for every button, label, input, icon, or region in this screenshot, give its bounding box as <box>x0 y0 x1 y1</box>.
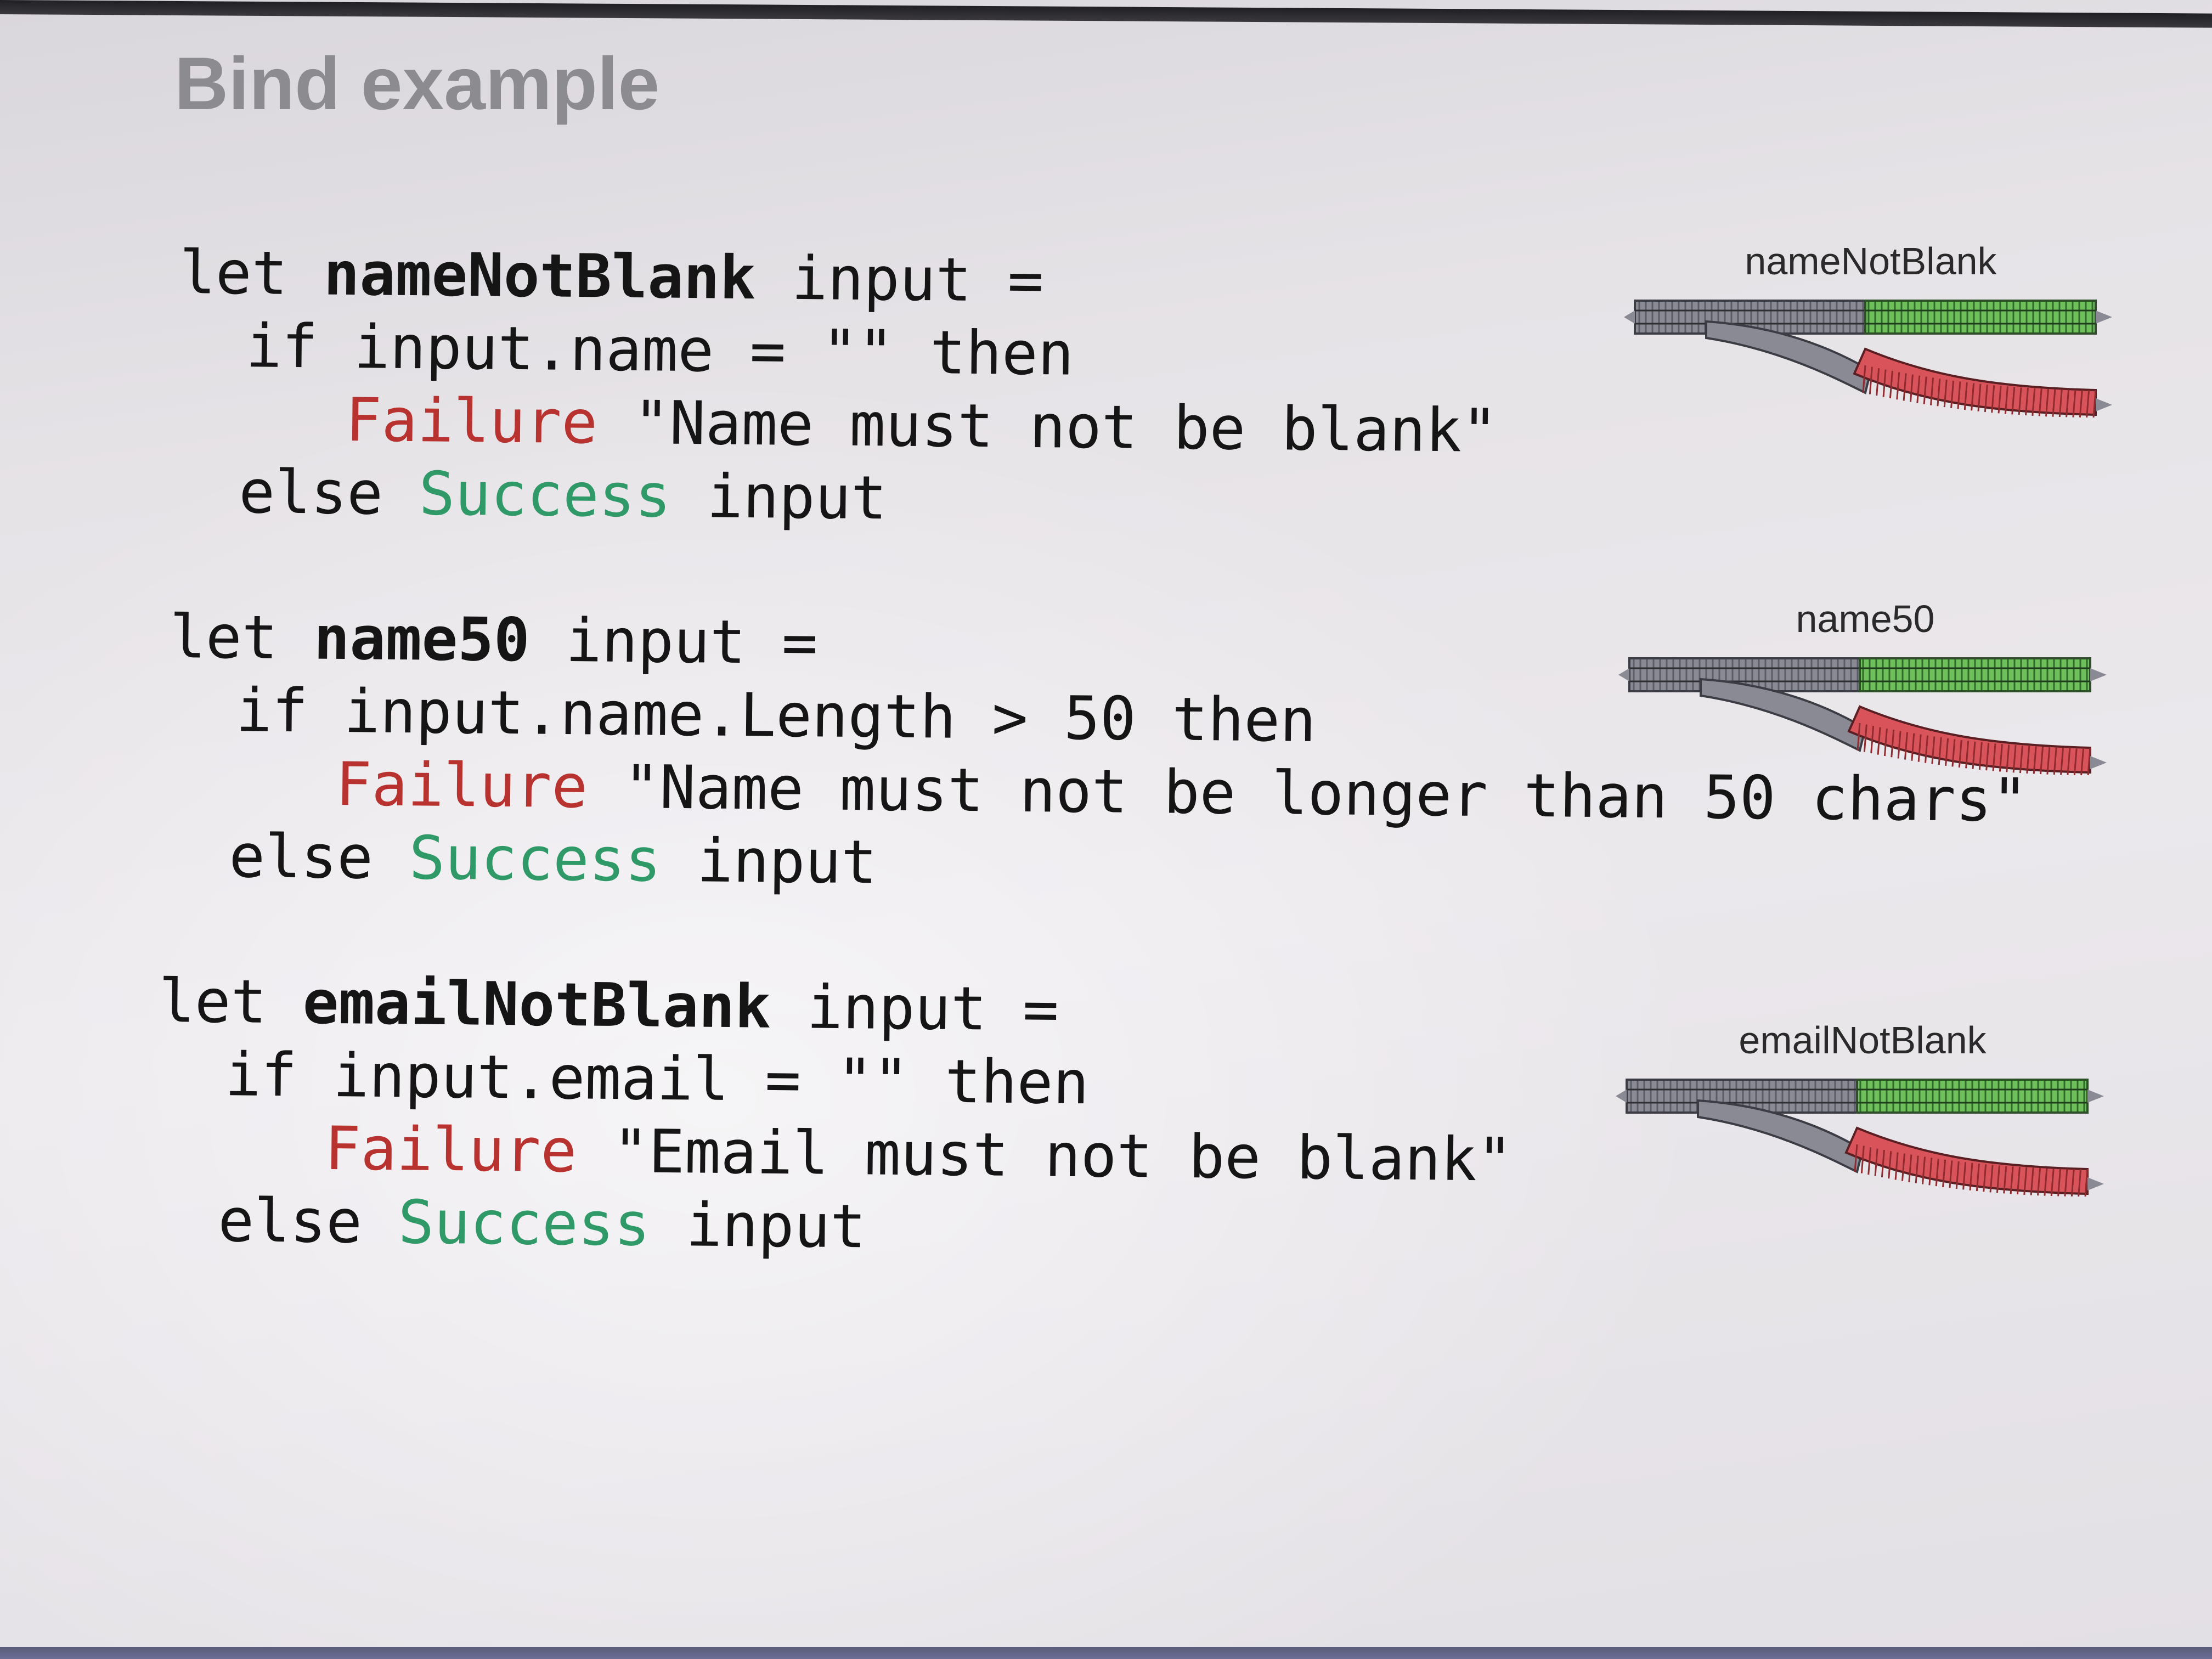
diagram-label: name50 <box>1796 597 1935 640</box>
code-line-failure: Failure "Name must not be blank" <box>345 385 1498 467</box>
code-line-if: if input.email = "" then <box>224 1039 1089 1119</box>
keyword-let: let <box>158 966 303 1037</box>
keyword-success: Success <box>409 823 662 895</box>
railway-switch-icon <box>1618 657 2107 776</box>
code-text: input <box>670 461 888 533</box>
code-text: if input.name.Length > 50 then <box>235 675 1317 756</box>
function-name: name50 <box>313 603 531 675</box>
keyword-let: let <box>169 602 314 673</box>
function-name: nameNotBlank <box>323 239 756 313</box>
diagram-label: nameNotBlank <box>1745 240 1997 283</box>
screen-top-bezel <box>0 0 2212 28</box>
railway-diagram-email-not-blank: emailNotBlank <box>1616 1018 2109 1216</box>
code-line-let: let emailNotBlank input = <box>159 966 1059 1046</box>
screen-bottom-bezel <box>0 1647 2212 1659</box>
code-string: "Name must not be blank" <box>597 387 1498 466</box>
code-block-email-not-blank: let emailNotBlank input = if input.email… <box>155 966 1513 1385</box>
keyword-else: else <box>217 1186 399 1257</box>
keyword-else: else <box>228 821 410 893</box>
keyword-else: else <box>238 457 420 529</box>
code-string: "Email must not be blank" <box>576 1116 1513 1195</box>
code-text: input <box>661 825 878 898</box>
code-line-else: else Success input <box>239 456 887 534</box>
slide-title: Bind example <box>174 42 660 125</box>
slide: Bind example let nameNotBlank input = if… <box>0 0 2212 1659</box>
code-text: input = <box>755 243 1044 316</box>
code-text: input = <box>529 605 819 678</box>
code-block-name50: let name50 input = if input.name.Length … <box>166 601 2028 1020</box>
keyword-failure: Failure <box>335 749 588 822</box>
keyword-success: Success <box>419 459 672 531</box>
railway-diagram-name50: name50 <box>1618 597 2112 794</box>
code-line-else: else Success input <box>229 821 877 898</box>
code-block-name-not-blank: let nameNotBlank input = if input.name =… <box>176 237 1498 656</box>
railway-diagram-name-not-blank: nameNotBlank <box>1624 239 2118 437</box>
code-line-else: else Success input <box>218 1185 866 1262</box>
keyword-let: let <box>179 237 324 309</box>
code-text: if input.email = "" then <box>224 1040 1090 1118</box>
railway-switch-icon <box>1616 1079 2104 1197</box>
railway-track-icon <box>1618 657 2107 776</box>
code-line-let: let name50 input = <box>170 601 818 679</box>
code-text: input <box>650 1189 867 1262</box>
keyword-failure: Failure <box>345 385 598 458</box>
code-line-if: if input.name.Length > 50 then <box>235 675 1316 757</box>
railway-track-icon <box>1616 1079 2104 1197</box>
keyword-failure: Failure <box>324 1113 577 1186</box>
code-line-let: let nameNotBlank input = <box>179 237 1044 317</box>
railway-track-icon <box>1624 300 2112 418</box>
function-name: emailNotBlank <box>302 967 771 1042</box>
code-text: input = <box>770 972 1059 1045</box>
code-text: if input.name = "" then <box>245 311 1074 389</box>
railway-switch-icon <box>1624 300 2112 418</box>
diagram-label: emailNotBlank <box>1739 1019 1987 1062</box>
code-line-if: if input.name = "" then <box>245 311 1074 390</box>
keyword-success: Success <box>398 1187 651 1260</box>
code-line-failure: Failure "Email must not be blank" <box>324 1113 1513 1196</box>
